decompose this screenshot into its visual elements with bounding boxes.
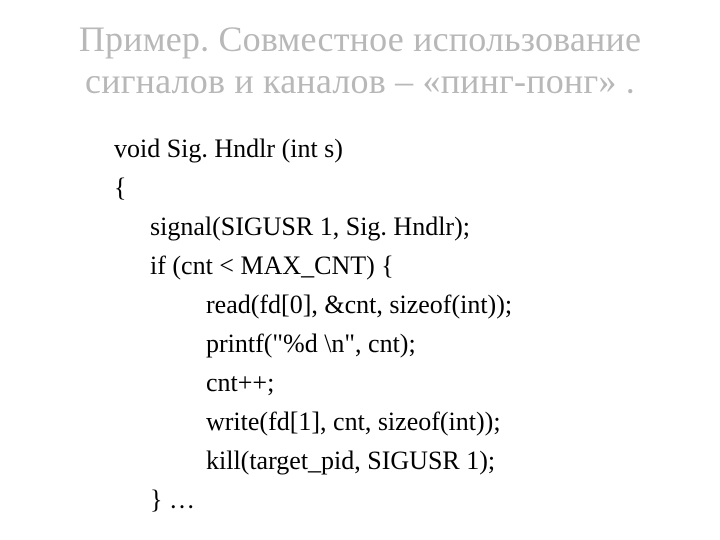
slide: Пример. Совместное использование сигнало… bbox=[0, 0, 720, 540]
code-line: if (cnt < MAX_CNT) { bbox=[114, 246, 692, 285]
code-line: { bbox=[114, 168, 692, 207]
code-line: cnt++; bbox=[114, 363, 692, 402]
slide-title: Пример. Совместное использование сигнало… bbox=[28, 18, 692, 103]
code-line: void Sig. Hndlr (int s) bbox=[114, 129, 692, 168]
code-line: printf("%d \n", cnt); bbox=[114, 324, 692, 363]
code-line: read(fd[0], &cnt, sizeof(int)); bbox=[114, 285, 692, 324]
code-line: kill(target_pid, SIGUSR 1); bbox=[114, 441, 692, 480]
code-block: void Sig. Hndlr (int s) { signal(SIGUSR … bbox=[28, 129, 692, 519]
code-line: } … bbox=[114, 480, 692, 519]
code-line: write(fd[1], cnt, sizeof(int)); bbox=[114, 402, 692, 441]
code-line: signal(SIGUSR 1, Sig. Hndlr); bbox=[114, 207, 692, 246]
